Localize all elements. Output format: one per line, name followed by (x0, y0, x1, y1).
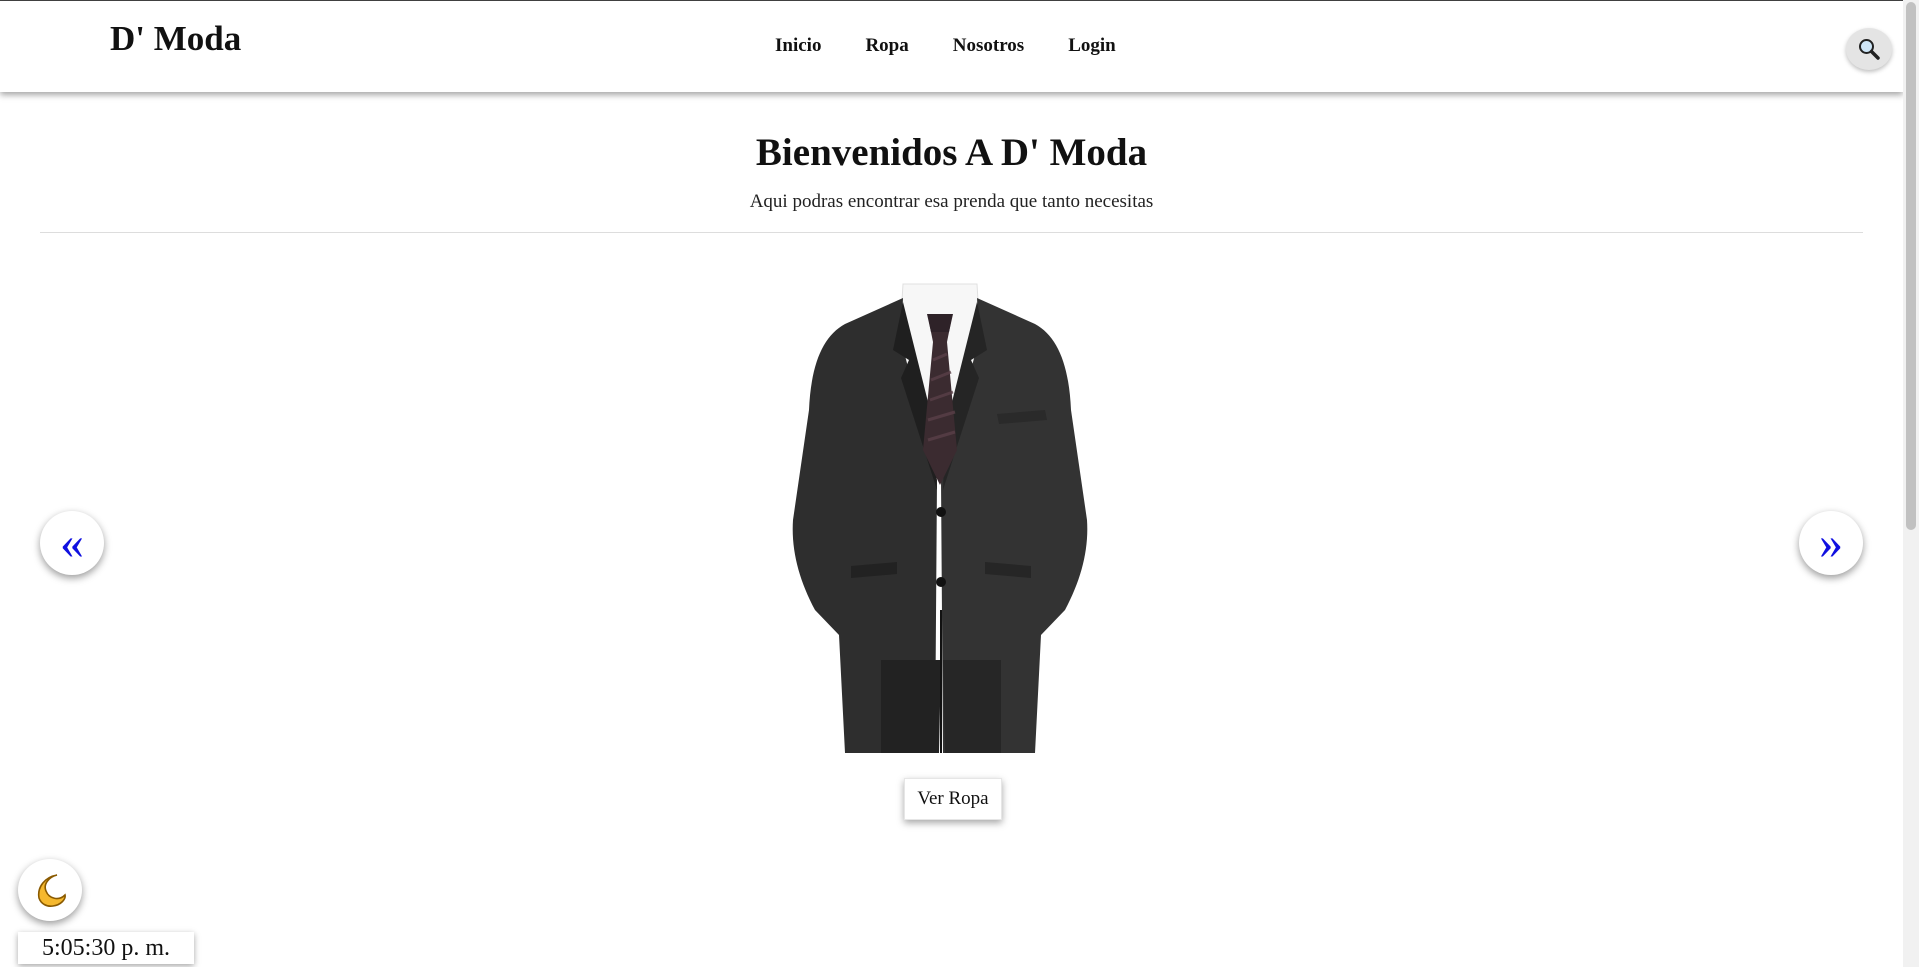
nav-link-inicio[interactable]: Inicio (775, 35, 821, 57)
chevron-double-right-icon: » (1819, 516, 1843, 569)
scrollbar-thumb[interactable] (1906, 2, 1916, 530)
main-nav: Inicio Ropa Nosotros Login (775, 35, 1160, 57)
carousel-slide-image (792, 283, 1088, 753)
carousel-next-button[interactable]: » (1799, 511, 1863, 575)
theme-toggle-button[interactable] (18, 859, 82, 921)
nav-link-ropa[interactable]: Ropa (865, 35, 908, 57)
search-icon (1859, 39, 1880, 60)
ver-ropa-button[interactable]: Ver Ropa (904, 778, 1002, 820)
search-button[interactable] (1846, 28, 1892, 70)
nav-link-login[interactable]: Login (1068, 35, 1116, 57)
page-scrollbar[interactable] (1903, 0, 1919, 967)
brand-logo[interactable]: D' Moda (110, 19, 241, 59)
moon-icon (37, 874, 66, 907)
hero-title: Bienvenidos A D' Moda (755, 131, 1148, 174)
hero-subtitle: Aqui podras encontrar esa prenda que tan… (749, 191, 1154, 212)
chevron-double-left-icon: « (60, 516, 84, 569)
clock-display: 5:05:30 p. m. (18, 932, 194, 964)
section-divider (40, 232, 1863, 233)
site-header: D' Moda Inicio Ropa Nosotros Login (0, 1, 1903, 92)
nav-link-nosotros[interactable]: Nosotros (953, 35, 1024, 57)
carousel-prev-button[interactable]: « (40, 511, 104, 575)
